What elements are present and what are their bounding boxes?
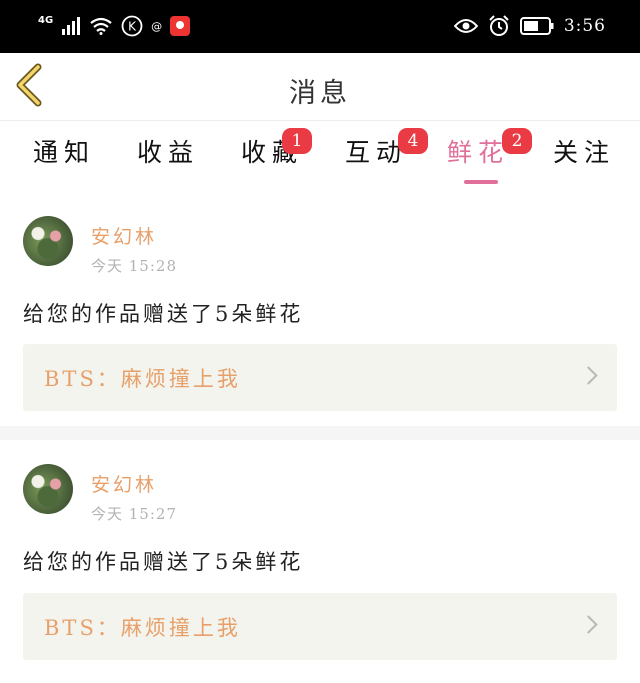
page-title: 消息 [289,78,351,109]
k-circle-icon: K [121,15,143,37]
notification-card: 安幻林 今天 15:27 给您的作品赠送了5朵鲜花 BTS：麻烦撞上我 [0,440,640,683]
chevron-right-icon [579,366,598,385]
unread-badge: 1 [282,128,312,154]
tab-earnings[interactable]: 收益 [124,134,212,184]
active-tab-indicator [464,180,498,184]
work-link[interactable]: BTS：麻烦撞上我 [23,344,617,411]
status-left: 4G K @ [38,12,191,40]
at-icon: @ [151,19,163,33]
work-link[interactable]: BTS：麻烦撞上我 [23,593,617,660]
username[interactable]: 安幻林 [91,470,157,497]
timestamp: 今天 15:27 [91,505,177,523]
tab-following[interactable]: 关注 [540,134,628,184]
tab-label: 收益 [136,138,199,167]
signal-icon [62,17,81,35]
unread-badge: 2 [502,128,532,154]
notification-card: 安幻林 今天 15:28 给您的作品赠送了5朵鲜花 BTS：麻烦撞上我 [0,194,640,426]
status-right: 3:56 [453,12,606,40]
notification-message: 给您的作品赠送了5朵鲜花 [23,302,304,326]
nav-header: 消息 [0,53,640,121]
tab-label: 通知 [32,138,95,167]
tab-favorites[interactable]: 收藏 1 [228,128,316,184]
username[interactable]: 安幻林 [91,222,157,249]
work-title: BTS：麻烦撞上我 [44,367,241,391]
tab-label: 关注 [552,138,615,167]
avatar[interactable] [23,464,73,514]
unread-badge: 4 [398,128,428,154]
clock: 3:56 [563,16,606,36]
avatar[interactable] [23,216,73,266]
timestamp: 今天 15:28 [91,257,177,275]
battery-icon [519,17,554,35]
k-label: K [128,20,137,34]
card-separator [0,426,640,440]
tab-notifications[interactable]: 通知 [20,134,108,184]
app-notification-icon [170,16,191,36]
tab-bar: 通知 收益 收藏 1 互动 4 鲜花 2 关注 [0,120,640,194]
tab-flowers[interactable]: 鲜花 2 [434,128,532,184]
eye-icon [453,19,478,33]
tab-interactions[interactable]: 互动 4 [332,128,428,184]
work-title: BTS：麻烦撞上我 [44,616,241,640]
status-bar: 4G K @ 3:56 [0,0,640,53]
network-type: 4G [38,14,54,26]
chevron-right-icon [579,615,598,634]
notification-message: 给您的作品赠送了5朵鲜花 [23,550,304,574]
wifi-icon [90,17,112,35]
alarm-icon [489,15,509,36]
